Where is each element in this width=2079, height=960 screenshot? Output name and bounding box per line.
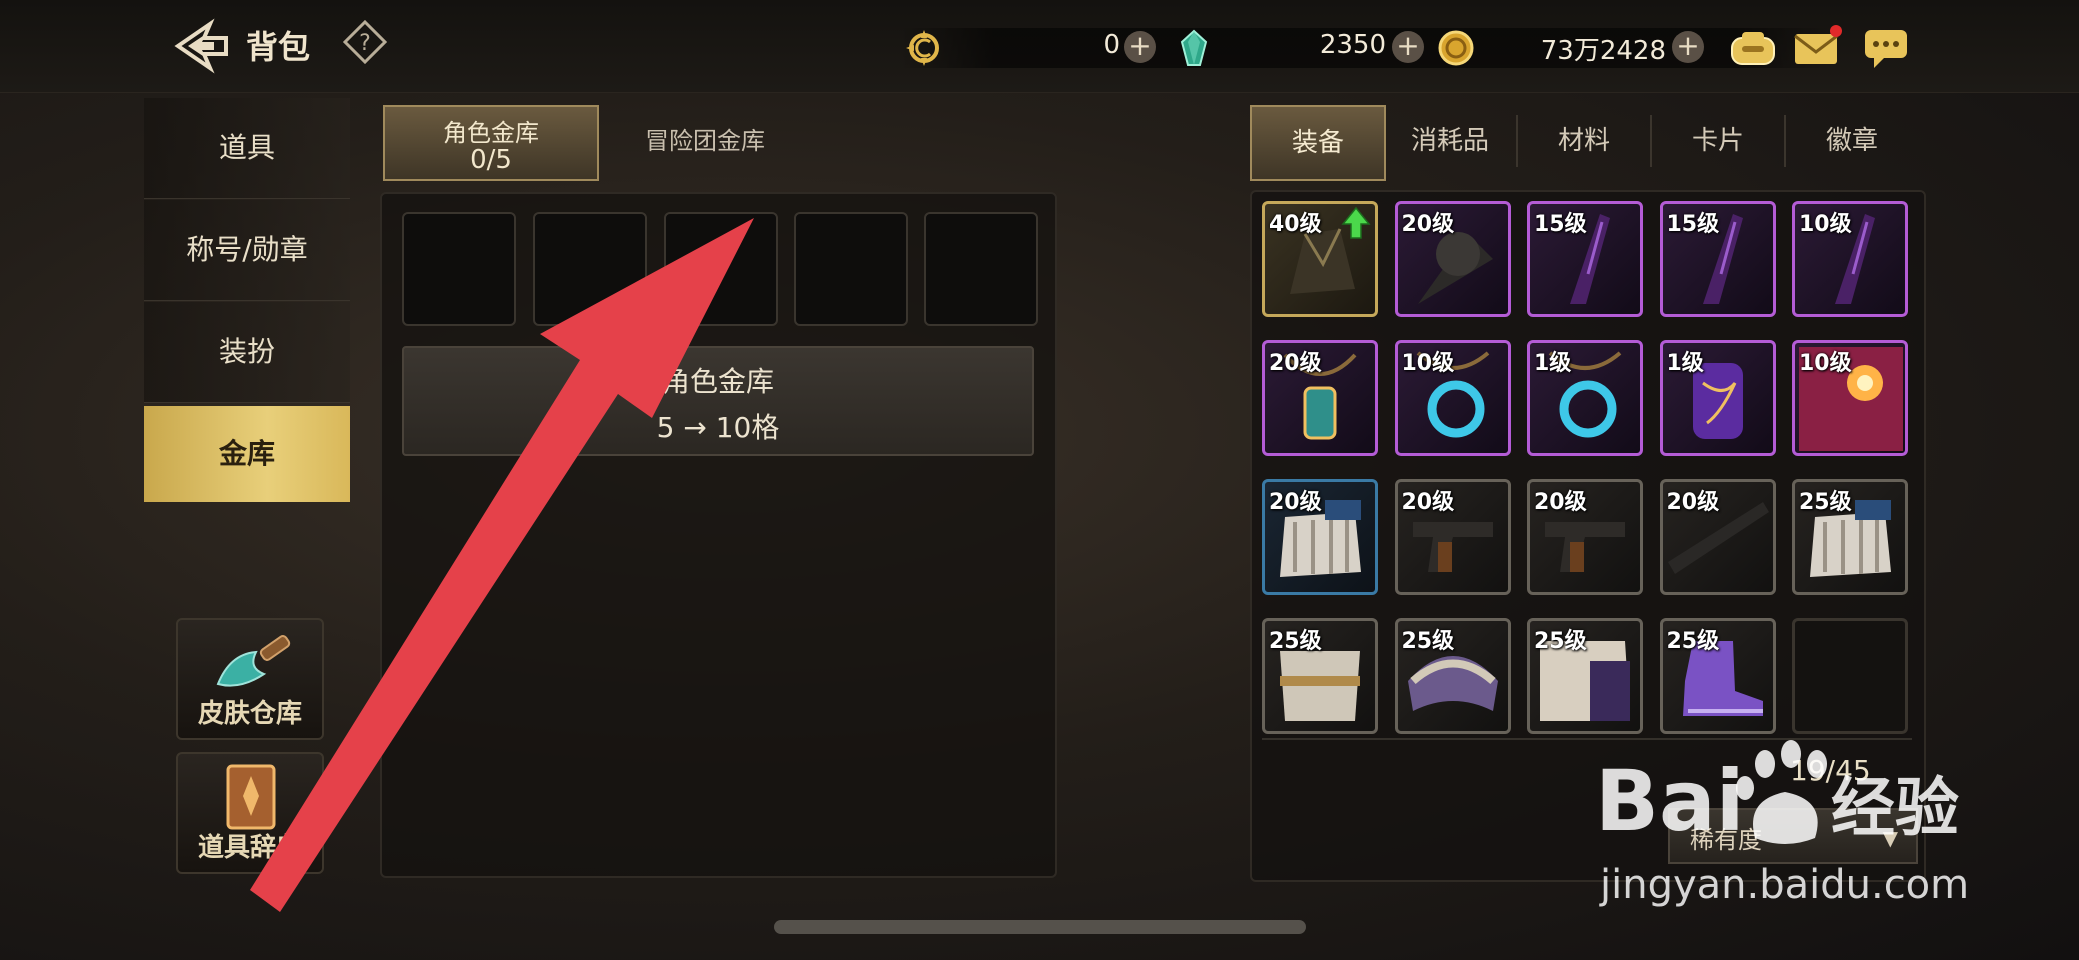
tab-materials[interactable]: 材料: [1518, 105, 1650, 177]
item-level-label: 40级: [1269, 212, 1322, 237]
vault-slot[interactable]: [794, 212, 908, 326]
nav-item-vault[interactable]: 金库: [144, 406, 350, 502]
vault-slot[interactable]: [533, 212, 647, 326]
inventory-item[interactable]: 20级: [1394, 201, 1511, 317]
inventory-item[interactable]: 20级: [1394, 479, 1511, 595]
watermark-url: jingyan.baidu.com: [1600, 862, 1970, 908]
inventory-item[interactable]: 20级: [1659, 479, 1776, 595]
tab-cards[interactable]: 卡片: [1652, 105, 1784, 177]
item-level-label: 25级: [1799, 490, 1852, 515]
item-level-label: 20级: [1269, 490, 1322, 515]
page-title: 背包: [246, 28, 311, 66]
empty-item-slot[interactable]: [1792, 618, 1908, 734]
expand-vault-capacity: 5 → 10格: [656, 411, 780, 444]
item-level-label: 20级: [1666, 490, 1720, 515]
tab-character-vault[interactable]: 角色金库 0/5: [383, 105, 599, 181]
inventory-item[interactable]: 25级: [1527, 618, 1643, 734]
inventory-item[interactable]: 25级: [1262, 618, 1378, 734]
add-rune-coin-button[interactable]: +: [1124, 31, 1156, 63]
back-button[interactable]: [170, 18, 234, 74]
home-indicator[interactable]: [774, 920, 1306, 934]
tab-consumables[interactable]: 消耗品: [1384, 105, 1516, 177]
inventory-item[interactable]: 20级: [1262, 479, 1378, 595]
vault-slot[interactable]: [664, 212, 778, 326]
chat-icon[interactable]: [1862, 24, 1912, 70]
svg-text:Bai: Bai: [1595, 752, 1745, 850]
back-arrow-icon: [174, 18, 228, 74]
inventory-item[interactable]: 15级: [1659, 201, 1776, 317]
item-level-label: 20级: [1534, 490, 1587, 515]
book-icon: [226, 764, 276, 830]
gold-coin-icon: [1436, 28, 1476, 68]
item-level-label: 1级: [1666, 351, 1704, 376]
inventory-item[interactable]: 1级: [1527, 340, 1643, 456]
inventory-item[interactable]: 10级: [1792, 340, 1908, 456]
expand-vault-button[interactable]: 角色金库 5 → 10格: [402, 346, 1034, 456]
item-level-label: 20级: [1269, 351, 1322, 376]
mail-icon[interactable]: [1792, 24, 1842, 70]
rune-coin-icon: [904, 28, 944, 68]
item-dictionary-button[interactable]: 道具辞典: [176, 752, 324, 874]
inventory-item[interactable]: 25级: [1792, 479, 1908, 595]
brush-icon: [216, 635, 291, 687]
wallet-icon[interactable]: [1728, 24, 1778, 70]
expand-vault-title: 角色金库: [661, 365, 774, 398]
crystal-icon: [1174, 28, 1214, 68]
upgrade-arrow-icon: [1341, 206, 1371, 239]
gold-coin-value: 73万2428: [1540, 36, 1666, 66]
tab-badges[interactable]: 徽章: [1786, 105, 1918, 177]
item-level-label: 10级: [1799, 351, 1852, 376]
inventory-item[interactable]: 10级: [1394, 340, 1511, 456]
item-level-label: 25级: [1269, 629, 1322, 654]
crystal-value: 2350: [1319, 30, 1386, 60]
rune-coin-value: 0: [1103, 30, 1120, 60]
inventory-item[interactable]: 25级: [1394, 618, 1511, 734]
skin-storage-label: 皮肤仓库: [197, 699, 302, 729]
skin-storage-button[interactable]: 皮肤仓库: [176, 618, 324, 740]
item-level-label: 10级: [1401, 351, 1455, 376]
add-gold-button[interactable]: +: [1672, 31, 1704, 63]
inventory-item[interactable]: 1级: [1659, 340, 1776, 456]
nav-item-outfits[interactable]: 装扮: [144, 302, 350, 403]
nav-item-titles-medals[interactable]: 称号/勋章: [144, 200, 350, 301]
item-level-label: 20级: [1401, 490, 1455, 515]
inventory-item[interactable]: 10级: [1792, 201, 1908, 317]
tab-character-vault-count: 0/5: [470, 145, 512, 175]
vault-slot[interactable]: [402, 212, 516, 326]
add-crystal-button[interactable]: +: [1392, 31, 1424, 63]
inventory-item[interactable]: 40级: [1262, 201, 1378, 317]
svg-text:?: ?: [359, 31, 371, 56]
item-level-label: 10级: [1799, 212, 1852, 237]
svg-text:经验: 经验: [1831, 772, 1959, 846]
item-level-label: 1级: [1534, 351, 1572, 376]
item-dictionary-label: 道具辞典: [197, 833, 302, 863]
inventory-item[interactable]: 20级: [1527, 479, 1643, 595]
item-level-label: 20级: [1401, 212, 1455, 237]
inventory-item[interactable]: 25级: [1659, 618, 1776, 734]
item-level-label: 25级: [1534, 629, 1587, 654]
vault-slot[interactable]: [924, 212, 1038, 326]
nav-item-items[interactable]: 道具: [144, 98, 350, 199]
item-level-label: 15级: [1534, 212, 1587, 237]
tab-equipment[interactable]: 装备: [1250, 105, 1386, 181]
item-level-label: 25级: [1666, 629, 1720, 654]
inventory-item[interactable]: 20级: [1262, 340, 1378, 456]
item-level-label: 15级: [1666, 212, 1720, 237]
tab-adventure-vault[interactable]: 冒险团金库: [620, 105, 790, 177]
help-icon[interactable]: ?: [342, 19, 388, 65]
tab-character-vault-label: 角色金库: [443, 119, 539, 147]
item-level-label: 25级: [1401, 629, 1455, 654]
inventory-item[interactable]: 15级: [1527, 201, 1643, 317]
